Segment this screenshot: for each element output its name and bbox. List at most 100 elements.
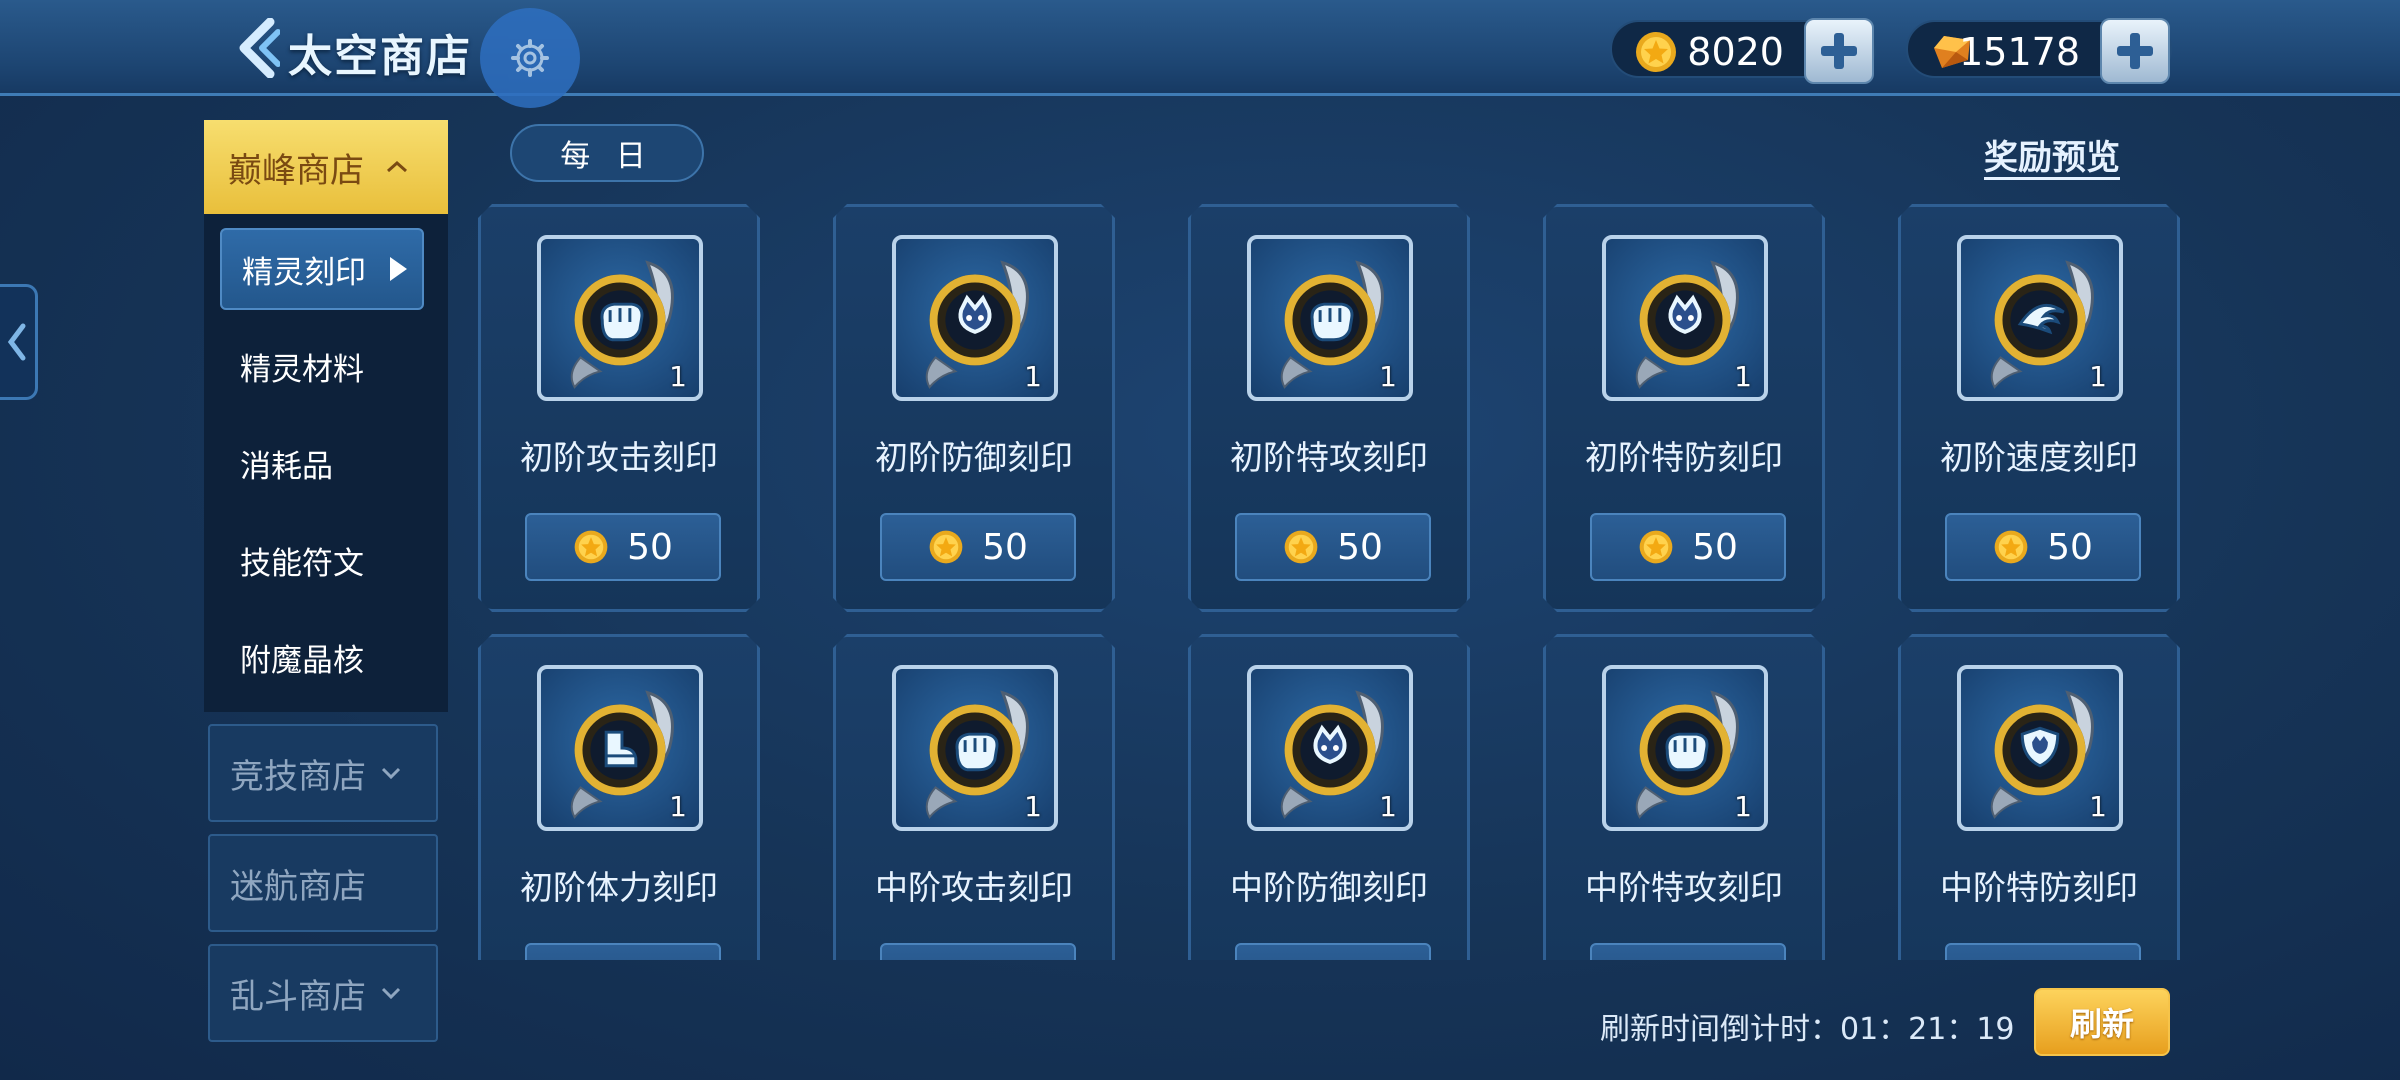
subcategory-item-consumables[interactable]: 消耗品 [220,422,424,504]
buy-price-button[interactable]: 50 [1235,513,1431,581]
shop-item-card[interactable]: 1 初阶速度刻印 50 [1898,204,2180,612]
item-quantity: 1 [1734,790,1752,823]
add-diamonds-button[interactable] [2100,18,2170,84]
shop-item-card[interactable]: 1 中阶特防刻印 100 [1898,634,2180,960]
buy-price-button[interactable]: 50 [525,513,721,581]
item-price: 100 [971,957,1040,961]
item-name: 初阶速度刻印 [1940,438,2138,477]
buy-price-button[interactable]: 100 [1235,943,1431,960]
item-quantity: 1 [669,360,687,393]
subcategory-label: 技能符文 [240,545,364,582]
item-name: 初阶防御刻印 [875,438,1073,477]
item-icon-frame: 1 [1247,235,1413,401]
item-icon-frame: 1 [1247,665,1413,831]
buy-price-button[interactable]: 100 [1945,943,2141,960]
buy-price-button[interactable]: 100 [880,943,1076,960]
coin-icon [1982,959,2018,960]
item-price: 50 [982,526,1028,568]
coin-icon [929,530,963,564]
side-drawer-tab[interactable] [0,284,38,400]
buy-price-button[interactable]: 100 [1590,943,1786,960]
item-price: 50 [2047,526,2093,568]
refresh-button[interactable]: 刷新 [2034,988,2170,1056]
diamond-counter: 15178 [1906,18,2172,84]
item-icon-frame: 1 [892,235,1058,401]
subcategory-label: 消耗品 [240,448,333,485]
coin-icon [1994,530,2028,564]
category-label: 迷航商店 [230,866,366,907]
add-coins-button[interactable] [1804,18,1874,84]
subcategory-label: 附魔晶核 [240,642,364,679]
category-sidebar: 巅峰商店 精灵刻印 精灵材料 消耗品 技能符文 附魔晶核 竞技商店 迷航商店 乱… [204,120,448,1042]
shop-item-card[interactable]: 1 初阶特攻刻印 50 [1188,204,1470,612]
item-icon-frame: 1 [892,665,1058,831]
item-quantity: 1 [1024,360,1042,393]
coin-icon [1272,959,1308,960]
tab-daily[interactable]: 每 日 [510,124,704,182]
category-voyage-shop[interactable]: 迷航商店 [208,834,438,932]
plus-icon [1821,33,1857,69]
item-name: 中阶特攻刻印 [1585,868,1783,907]
coin-icon [1284,530,1318,564]
subcategory-item-spirit-material[interactable]: 精灵材料 [220,325,424,407]
shop-item-card[interactable]: 1 中阶特攻刻印 100 [1543,634,1825,960]
item-icon-frame: 1 [537,235,703,401]
coin-counter: 8020 [1610,18,1876,84]
play-arrow-icon [390,257,407,281]
item-price: 50 [627,957,673,961]
item-name: 中阶特防刻印 [1940,868,2138,907]
subcategory-label: 精灵刻印 [242,254,366,291]
shop-item-card[interactable]: 1 初阶防御刻印 50 [833,204,1115,612]
chevron-up-icon [387,160,407,173]
coin-icon [917,959,953,960]
category-brawl-shop[interactable]: 乱斗商店 [208,944,438,1042]
chevron-left-icon [7,323,25,361]
buy-price-button[interactable]: 50 [1590,513,1786,581]
item-quantity: 1 [1379,790,1397,823]
item-name: 初阶特攻刻印 [1230,438,1428,477]
item-name: 初阶攻击刻印 [520,438,718,477]
item-icon-frame: 1 [1602,665,1768,831]
buy-price-button[interactable]: 50 [1945,513,2141,581]
item-price: 50 [1337,526,1383,568]
page-title: 太空商店 [288,31,472,82]
coin-icon [1627,959,1663,960]
item-price: 100 [1326,957,1395,961]
category-label: 竞技商店 [230,756,366,797]
shop-item-card[interactable]: 1 中阶攻击刻印 100 [833,634,1115,960]
item-icon-frame: 1 [537,665,703,831]
shop-item-card[interactable]: 1 初阶体力刻印 50 [478,634,760,960]
subcategory-item-spirit-seal[interactable]: 精灵刻印 [220,228,424,310]
shop-item-card[interactable]: 1 中阶防御刻印 100 [1188,634,1470,960]
category-arena-shop[interactable]: 竞技商店 [208,724,438,822]
chevron-down-icon [381,767,401,780]
item-grid: 1 初阶攻击刻印 50 1 初阶防御刻印 50 1 初阶特攻刻印 50 1 初阶特防刻印 50 1 初阶速… [470,200,2190,960]
item-name: 初阶特防刻印 [1585,438,1783,477]
category-peak-shop[interactable]: 巅峰商店 [204,120,448,214]
plus-icon [2117,33,2153,69]
shop-item-card[interactable]: 1 初阶攻击刻印 50 [478,204,760,612]
refresh-countdown: 刷新时间倒计时：01：21：19 [1600,1012,2015,1047]
chevron-down-icon [381,987,401,1000]
subcategory-item-skill-rune[interactable]: 技能符文 [220,519,424,601]
subcategory-item-enchant-core[interactable]: 附魔晶核 [220,616,424,698]
item-quantity: 1 [1024,790,1042,823]
buy-price-button[interactable]: 50 [880,513,1076,581]
item-icon-frame: 1 [1957,235,2123,401]
back-button[interactable] [236,17,281,79]
buy-price-button[interactable]: 50 [525,943,721,960]
shop-item-card[interactable]: 1 初阶特防刻印 50 [1543,204,1825,612]
coin-icon [1639,530,1673,564]
item-price: 100 [2036,957,2105,961]
coin-amount: 8020 [1687,30,1784,74]
category-label: 巅峰商店 [228,150,364,191]
item-name: 中阶攻击刻印 [875,868,1073,907]
item-price: 50 [627,526,673,568]
gear-icon [511,39,549,77]
settings-button[interactable] [480,8,580,108]
item-price: 100 [1681,957,1750,961]
item-quantity: 1 [2089,790,2107,823]
reward-preview-link[interactable]: 奖励预览 [1984,130,2120,179]
subcategory-panel: 精灵刻印 精灵材料 消耗品 技能符文 附魔晶核 [204,214,448,712]
item-quantity: 1 [1734,360,1752,393]
